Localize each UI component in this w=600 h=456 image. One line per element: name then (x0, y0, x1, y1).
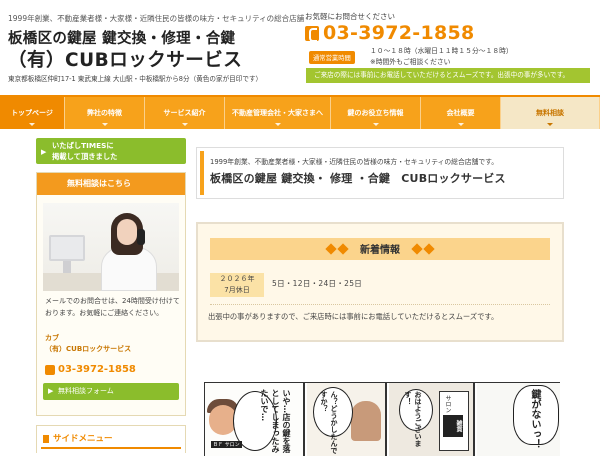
visit-notice-bar: ご来店の際には事前にお電話していただけるとスムーズです。出張中の事が多いです。 (306, 68, 590, 83)
news-divider (210, 304, 550, 305)
hours-line-1: １０～１８時（水曜日１１時１５分～１８時） (370, 47, 513, 55)
phone-icon (45, 364, 55, 375)
nav-services[interactable]: サービス紹介 (145, 97, 225, 129)
chevron-right-icon: ▶ (41, 148, 47, 156)
side-menu-heading: サイドメニュー (41, 431, 181, 449)
news-date-badge: ２０２６年 7月休日 (210, 273, 264, 297)
free-consultation-box: 無料相談はこちら メールでのお問合せは、24時間受け付けております。お気軽にご連… (36, 172, 186, 416)
monitor-stand (63, 261, 71, 273)
side-menu-title: サイドメニュー (53, 434, 113, 444)
nav-features[interactable]: 弊社の特徴 (65, 97, 145, 129)
news-date-year: ２０２６年 (219, 275, 255, 283)
times-banner-line-1: いたばしTIMESに (52, 141, 114, 150)
manga-text-3: おはようございます！ (404, 391, 422, 447)
manga-panel-2: ん？どうかしたんですか？ (307, 383, 387, 456)
nav-property-managers[interactable]: 不動産管理会社・大家さまへ (225, 97, 331, 129)
company-name: （有）CUBロックサービス (45, 345, 132, 353)
hours-line-2: ※時間外もご相談ください (370, 58, 451, 66)
nav-company-profile[interactable]: 会社概要 (421, 97, 501, 129)
sidebar-phone-number[interactable]: 03-3972-1858 (58, 364, 136, 375)
nav-key-tips[interactable]: 鍵のお役立ち情報 (331, 97, 421, 129)
news-box: 新着情報 ２０２６年 7月休日 5日・12日・24日・25日 出張中の事がありま… (196, 222, 564, 342)
manga-text-2: ん？どうかしたんですか？ (320, 391, 338, 454)
phone-icon (305, 25, 319, 42)
manga-panel-3: サロン 雑貨 おはようございます！ (389, 383, 475, 456)
chevron-right-icon: ▶ (48, 387, 54, 395)
header-phone[interactable]: 03-3972-1858 (305, 22, 475, 44)
consult-title: 無料相談はこちら (37, 173, 185, 195)
intro-box: 1999年創業、不動産業者様・大家様・近隣住民の皆様の味方・セキュリティの総合店… (196, 147, 564, 199)
nav-free-consultation[interactable]: 無料相談 (501, 97, 600, 129)
manga-text-1: いや…店の鍵を落としてしまったみたいで… (260, 389, 291, 453)
business-hours: １０～１８時（水曜日１１時１５分～１８時） ※時間外もご相談ください (370, 46, 513, 68)
phone-handset (137, 229, 145, 245)
contact-label: お気軽にお問合せください (305, 12, 395, 21)
news-holiday-days: 5日・12日・24日・25日 (272, 279, 363, 288)
intro-subtitle: 1999年創業、不動産業者様・大家様・近隣住民の皆様の味方・セキュリティの総合店… (210, 158, 499, 166)
store-sign-top: サロン (444, 395, 451, 413)
hours-badge: 通常営業時間 (309, 51, 355, 64)
side-menu: サイドメニュー (36, 425, 186, 453)
site-title[interactable]: 板橋区の鍵屋 鍵交換・修理・合鍵 (8, 27, 235, 48)
diamond-icon (325, 242, 337, 255)
diamond-icon (411, 242, 423, 255)
nav-top-page[interactable]: トップページ (0, 97, 65, 129)
site-name[interactable]: （有）CUBロックサービス (8, 46, 242, 72)
company-reading: カブ (45, 334, 59, 342)
operator-face (117, 219, 137, 245)
manga-sign: ＢＦ サロン (211, 441, 242, 448)
manga-text-4: 鍵がないっ！ (529, 389, 540, 449)
news-message: 出張中の事がありますので、ご来店時には事前にお電話していただけるとスムーズです。 (208, 312, 499, 321)
header-tagline: 1999年創業、不動産業者様・大家様・近隣住民の皆様の味方・セキュリティの総合店… (8, 14, 305, 23)
square-bullet-icon (43, 435, 49, 443)
intro-title: 板橋区の鍵屋 鍵交換・ 修理 ・合鍵 CUBロックサービス (210, 172, 506, 185)
consultation-form-button[interactable]: ▶ 無料相談フォーム (43, 383, 179, 400)
news-title: 新着情報 (360, 245, 400, 256)
store-sign: 雑貨 (443, 415, 463, 437)
form-button-label: 無料相談フォーム (58, 387, 114, 395)
diamond-icon (423, 242, 435, 255)
intro-inner: 1999年創業、不動産業者様・大家様・近隣住民の皆様の味方・セキュリティの総合店… (200, 151, 560, 195)
monitor-illustration (49, 235, 85, 261)
consult-description: メールでのお問合せは、24時間受け付けております。お気軽にご連絡ください。 (45, 297, 180, 317)
manga-panel-4: 鍵がないっ！ (477, 383, 560, 456)
character-figure (351, 401, 381, 441)
news-heading: 新着情報 (210, 238, 550, 260)
news-date-month: 7月休日 (224, 286, 250, 294)
itabashi-times-banner[interactable]: ▶ いたばしTIMESに 掲載して頂きました (36, 138, 186, 164)
consult-company: カブ （有）CUBロックサービス (45, 333, 181, 355)
manga-panel-1: いや…店の鍵を落としてしまったみたいで… ＢＦ サロン (205, 383, 305, 456)
times-banner-line-2: 掲載して頂きました (52, 152, 118, 161)
sidebar-phone[interactable]: 03-3972-1858 (45, 364, 136, 375)
operator-photo (43, 203, 179, 291)
header-phone-number[interactable]: 03-3972-1858 (323, 22, 475, 44)
main-navigation: トップページ 弊社の特徴 サービス紹介 不動産管理会社・大家さまへ 鍵のお役立ち… (0, 95, 600, 129)
manga-comic-strip: いや…店の鍵を落としてしまったみたいで… ＢＦ サロン ん？どうかしたんですか？… (204, 382, 560, 456)
address: 東京都板橋区仲町17-1 東武東上線 大山駅・中板橋駅から8分（黄色の家が目印で… (8, 75, 263, 83)
diamond-icon (337, 242, 349, 255)
